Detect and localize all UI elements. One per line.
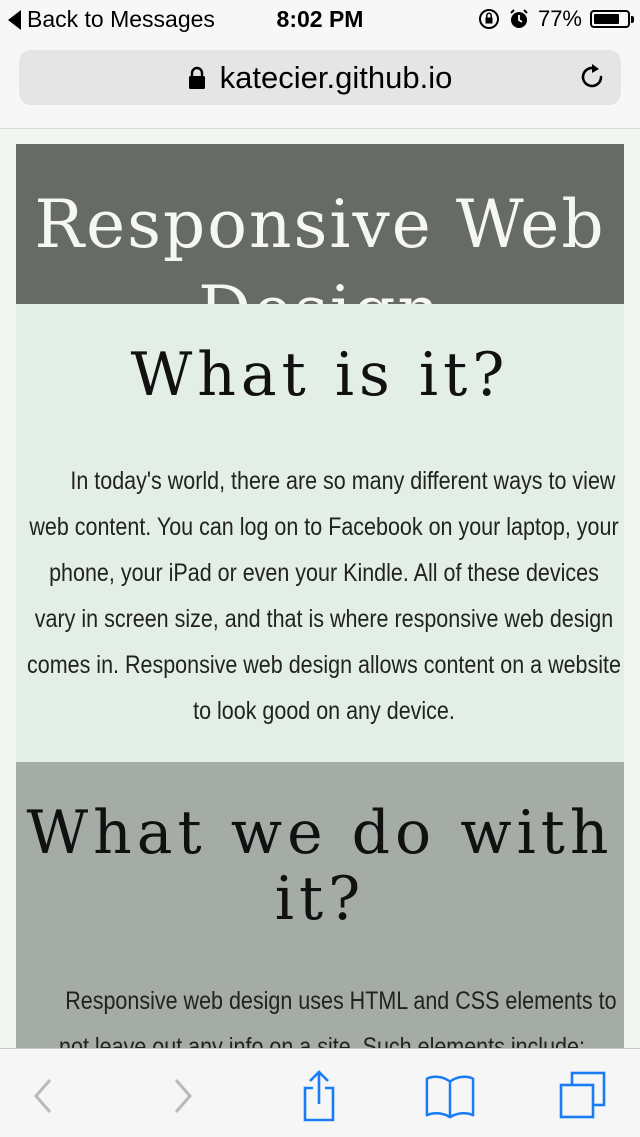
section-body: In today's world, there are so many diff…: [26, 467, 621, 725]
forward-icon: [174, 1079, 192, 1113]
tabs-button[interactable]: [558, 1071, 608, 1121]
share-icon: [303, 1070, 335, 1122]
battery-fill: [594, 14, 619, 24]
status-bar: Back to Messages 8:02 PM 77%: [0, 0, 640, 40]
section-what-we-do: What we do with it? Responsive web desig…: [16, 762, 624, 1052]
bookmarks-icon: [425, 1075, 475, 1119]
forward-button[interactable]: [158, 1071, 208, 1121]
section-title: What is it?: [130, 340, 510, 410]
back-icon: [34, 1079, 52, 1113]
share-button[interactable]: [294, 1070, 344, 1122]
hero-title: Responsive Web Design: [34, 186, 606, 304]
status-indicators: 77%: [478, 6, 634, 32]
browser-nav-bar: katecier.github.io: [0, 40, 640, 129]
reload-icon[interactable]: [577, 62, 607, 92]
orientation-lock-icon: [478, 9, 499, 29]
alarm-icon: [510, 9, 528, 28]
tabs-icon: [559, 1071, 606, 1119]
address-bar-content: katecier.github.io: [19, 50, 621, 105]
section-what-is-it: What is it? In today's world, there are …: [16, 304, 624, 762]
battery-percent: 77%: [537, 6, 582, 31]
battery-icon: [590, 10, 634, 28]
battery-nub: [631, 16, 634, 23]
bookmarks-button[interactable]: [425, 1071, 475, 1121]
url-text: katecier.github.io: [219, 59, 453, 95]
back-button[interactable]: [18, 1071, 68, 1121]
hero-banner: Responsive Web Design: [16, 144, 624, 304]
address-bar[interactable]: katecier.github.io: [19, 50, 621, 105]
section-title: What we do with it?: [26, 798, 614, 934]
browser-toolbar: [0, 1048, 640, 1137]
section-body: Responsive web design uses HTML and CSS …: [59, 987, 617, 1052]
lock-icon: [188, 66, 205, 89]
